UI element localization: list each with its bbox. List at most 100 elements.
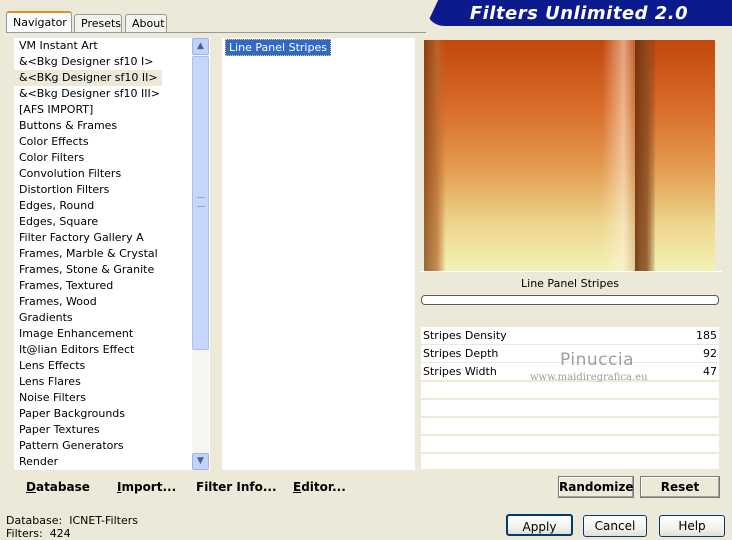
filter-list-panel: Line Panel Stripes (222, 38, 415, 470)
reset-button[interactable]: Reset (640, 476, 720, 498)
param-row-stripes-density[interactable]: Stripes Density 185 (421, 327, 719, 344)
button-label: ditor... (301, 480, 346, 494)
preview-stripe (602, 40, 638, 271)
category-item[interactable]: &<Bkg Designer sf10 III> (14, 86, 192, 102)
category-scrollbar[interactable]: ▲ ▼ (192, 38, 209, 470)
param-row-empty[interactable] (421, 436, 719, 452)
category-item[interactable]: &<BKg Designer sf10 II> (14, 70, 192, 86)
category-item[interactable]: Image Enhancement (14, 326, 192, 342)
preview-image (424, 40, 715, 271)
category-label: Buttons & Frames (19, 119, 118, 132)
scroll-thumb[interactable] (192, 56, 209, 350)
category-item[interactable]: Buttons & Frames (14, 118, 192, 134)
randomize-button[interactable]: Randomize (558, 476, 634, 498)
title-banner: Filters Unlimited 2.0 (426, 0, 732, 26)
button-label: atabase (35, 480, 90, 494)
scroll-up-icon[interactable]: ▲ (192, 38, 209, 55)
param-row-empty[interactable] (421, 418, 719, 434)
status-label: Filters: (6, 527, 43, 540)
category-item[interactable]: Lens Flares (14, 374, 192, 390)
status-value: 424 (49, 527, 71, 540)
category-label: Edges, Square (19, 215, 99, 228)
category-item[interactable]: Color Effects (14, 134, 192, 150)
category-label: Noise Filters (19, 391, 86, 404)
status-value: ICNET-Filters (69, 514, 138, 527)
category-label: Edges, Round (19, 199, 95, 212)
divider (420, 271, 722, 272)
category-item[interactable]: Distortion Filters (14, 182, 192, 198)
category-item[interactable]: &<Bkg Designer sf10 I> (14, 54, 192, 70)
status-database: Database: ICNET-Filters (6, 514, 138, 527)
category-item[interactable]: Lens Effects (14, 358, 192, 374)
category-item[interactable]: Pattern Generators (14, 438, 192, 454)
category-item[interactable]: [AFS IMPORT] (14, 102, 192, 118)
mnemonic: E (293, 480, 302, 494)
category-item[interactable]: It@lian Editors Effect (14, 342, 192, 358)
param-row-empty[interactable] (421, 382, 719, 398)
category-label: Lens Flares (19, 375, 81, 388)
tab-navigator[interactable]: Navigator (6, 11, 72, 33)
category-label: Render (19, 455, 59, 468)
category-item[interactable]: Frames, Stone & Granite (14, 262, 192, 278)
button-label: mport... (121, 480, 177, 494)
category-item[interactable]: Paper Textures (14, 422, 192, 438)
filter-item[interactable]: Line Panel Stripes (225, 39, 331, 56)
category-item[interactable]: Frames, Textured (14, 278, 192, 294)
param-value: 92 (703, 347, 717, 360)
category-item[interactable]: VM Instant Art (14, 38, 192, 54)
category-item[interactable]: Edges, Square (14, 214, 192, 230)
mnemonic: D (26, 480, 36, 494)
category-list[interactable]: VM Instant Art &<Bkg Designer sf10 I> &<BK… (14, 38, 192, 470)
category-label: Filter Factory Gallery A (19, 231, 144, 244)
category-label: Distortion Filters (19, 183, 110, 196)
category-item[interactable]: Edges, Round (14, 198, 192, 214)
category-list-panel: VM Instant Art &<Bkg Designer sf10 I> &<BK… (14, 38, 210, 470)
category-label: Image Enhancement (19, 327, 134, 340)
preview-stripe (424, 40, 446, 271)
tab-strip-border (6, 32, 426, 33)
category-item[interactable]: Frames, Wood (14, 294, 192, 310)
watermark-url: www.maidiregrafica.eu (530, 372, 648, 383)
category-item[interactable]: Render (14, 454, 192, 470)
param-row-empty[interactable] (421, 454, 719, 469)
filter-info-button[interactable]: Filter Info... (196, 478, 277, 496)
category-label: Color Effects (19, 135, 89, 148)
category-label: &<Bkg Designer sf10 III> (19, 87, 161, 100)
category-label: Pattern Generators (19, 439, 124, 452)
import-button[interactable]: Import... (117, 478, 176, 496)
category-item[interactable]: Convolution Filters (14, 166, 192, 182)
editor-button[interactable]: Editor... (293, 478, 346, 496)
database-button[interactable]: Database (26, 478, 90, 496)
apply-button[interactable]: Apply (506, 514, 573, 536)
category-item[interactable]: Frames, Marble & Crystal (14, 246, 192, 262)
category-item[interactable]: Noise Filters (14, 390, 192, 406)
grip-icon (197, 197, 205, 207)
category-label: Paper Backgrounds (19, 407, 126, 420)
category-label: VM Instant Art (19, 39, 98, 52)
param-row-empty[interactable] (421, 400, 719, 416)
tab-presets[interactable]: Presets (74, 14, 122, 32)
app-title: Filters Unlimited 2.0 (469, 3, 689, 24)
tab-about[interactable]: About (125, 14, 167, 32)
category-label: [AFS IMPORT] (19, 103, 94, 116)
preview-stripe (635, 40, 655, 271)
category-label: Paper Textures (19, 423, 100, 436)
category-label: Frames, Wood (19, 295, 97, 308)
help-button[interactable]: Help (659, 515, 725, 537)
cancel-button[interactable]: Cancel (583, 515, 647, 537)
category-item[interactable]: Filter Factory Gallery A (14, 230, 192, 246)
category-item[interactable]: Paper Backgrounds (14, 406, 192, 422)
category-label: Frames, Marble & Crystal (19, 247, 158, 260)
category-label: Convolution Filters (19, 167, 122, 180)
button-label: Filter Info... (196, 480, 277, 494)
category-item[interactable]: Gradients (14, 310, 192, 326)
status-label: Database: (6, 514, 63, 527)
category-item[interactable]: Color Filters (14, 150, 192, 166)
current-filter-label: Line Panel Stripes (521, 277, 619, 290)
param-label: Stripes Density (423, 329, 507, 342)
scroll-down-icon[interactable]: ▼ (192, 453, 209, 470)
param-value: 185 (696, 329, 717, 342)
category-label: &<Bkg Designer sf10 I> (19, 55, 154, 68)
category-label: Frames, Textured (19, 279, 114, 292)
watermark-name: Pinuccia (560, 350, 634, 370)
